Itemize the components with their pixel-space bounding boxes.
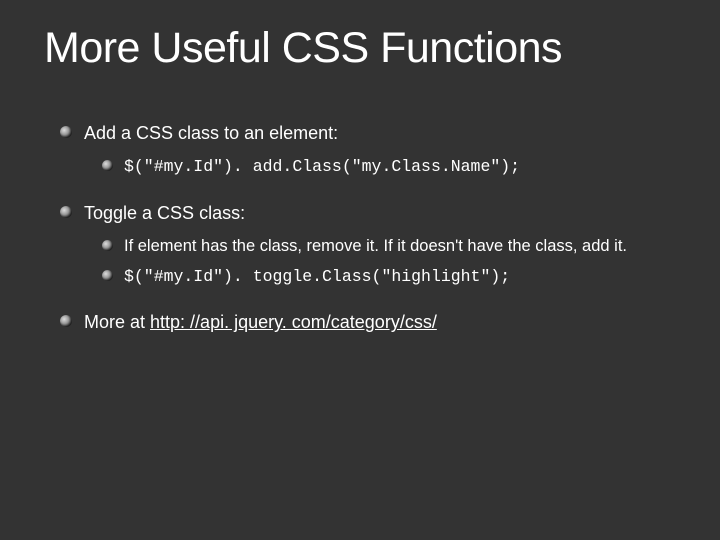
- more-at-prefix: More at: [84, 312, 150, 332]
- jquery-docs-link[interactable]: http: //api. jquery. com/category/css/: [150, 312, 437, 332]
- bullet-item-toggle-class: Toggle a CSS class: If element has the c…: [60, 201, 676, 289]
- slide: More Useful CSS Functions Add a CSS clas…: [0, 0, 720, 335]
- bullet-label: Toggle a CSS class:: [84, 203, 245, 223]
- sub-item-code: $("#my.Id"). add.Class("my.Class.Name");: [102, 155, 676, 178]
- sub-list: $("#my.Id"). add.Class("my.Class.Name");: [84, 155, 676, 178]
- bullet-label: Add a CSS class to an element:: [84, 123, 338, 143]
- bullet-item-add-class: Add a CSS class to an element: $("#my.Id…: [60, 121, 676, 179]
- sub-text: If element has the class, remove it. If …: [124, 237, 627, 255]
- code-snippet: $("#my.Id"). toggle.Class("highlight");: [124, 267, 510, 286]
- sub-item-code: $("#my.Id"). toggle.Class("highlight");: [102, 265, 676, 288]
- code-snippet: $("#my.Id"). add.Class("my.Class.Name");: [124, 157, 520, 176]
- sub-item-text: If element has the class, remove it. If …: [102, 235, 676, 257]
- sub-list: If element has the class, remove it. If …: [84, 235, 676, 289]
- bullet-list: Add a CSS class to an element: $("#my.Id…: [44, 121, 676, 335]
- slide-title: More Useful CSS Functions: [44, 24, 676, 73]
- bullet-item-more-at: More at http: //api. jquery. com/categor…: [60, 310, 676, 334]
